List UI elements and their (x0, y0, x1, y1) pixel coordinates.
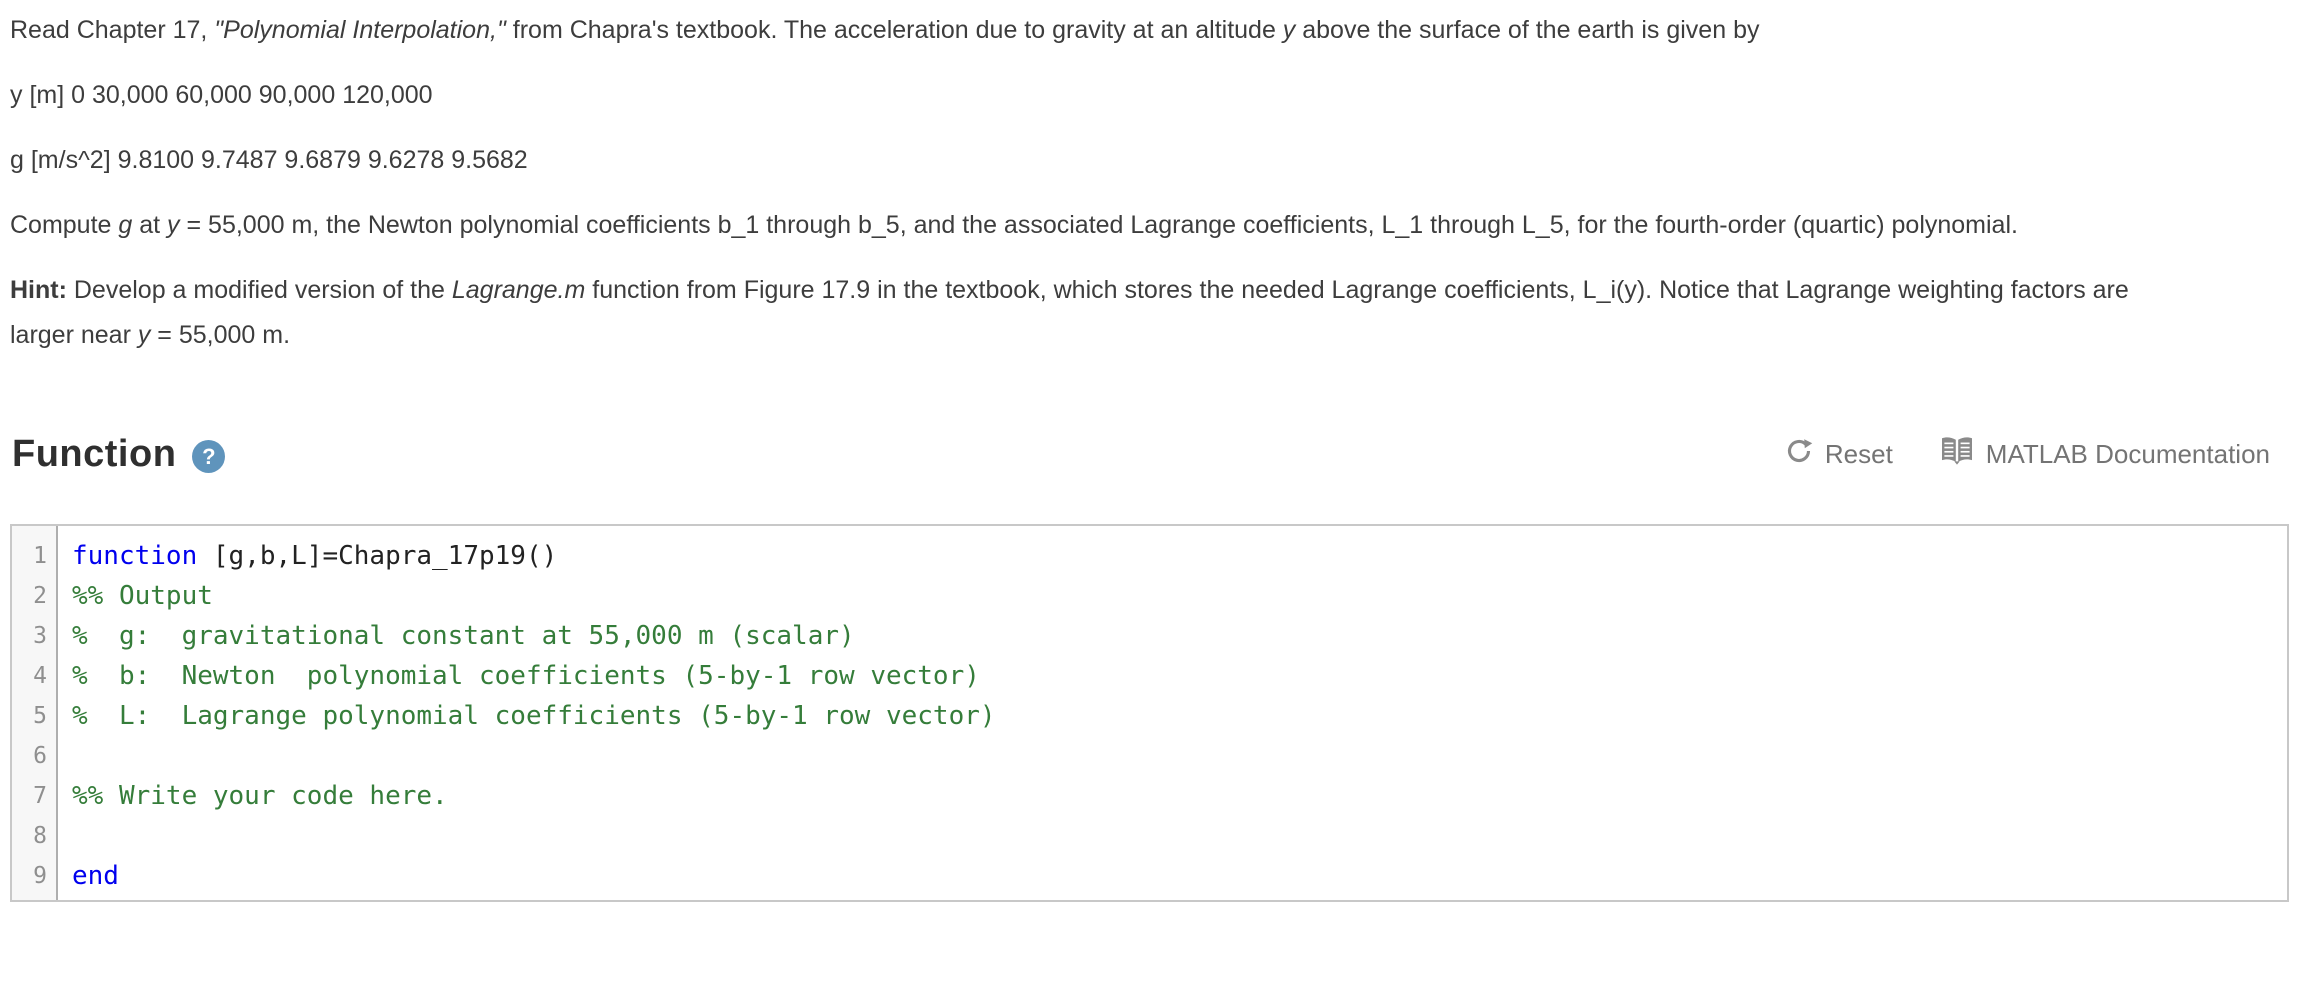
matlab-documentation-label: MATLAB Documentation (1985, 439, 2270, 469)
code-line[interactable]: % b: Newton polynomial coefficients (5-b… (72, 656, 2287, 696)
code-editor[interactable]: 1 2 3 4 5 6 7 8 9 function [g,b,L]=Chapra_17p19(… (10, 524, 2289, 902)
section-title: Function (12, 433, 177, 475)
matlab-grader-page: Read Chapter 17, "Polynomial Interpolati… (0, 0, 2310, 902)
problem-task: Compute g at y = 55,000 m, the Newton po… (10, 211, 2018, 239)
code-line[interactable]: end (72, 856, 2287, 896)
code-area[interactable]: function [g,b,L]=Chapra_17p19()%% Output… (58, 526, 2287, 900)
editor-actions: Reset MATLAB Documentation (1784, 435, 2270, 474)
reset-icon (1784, 436, 1814, 473)
problem-hint: Hint: Develop a modified version of the … (10, 276, 2129, 349)
line-number: 6 (33, 743, 47, 769)
line-number: 2 (33, 583, 47, 609)
line-number: 7 (33, 783, 47, 809)
code-line[interactable] (72, 736, 2287, 776)
data-row-y: y [m] 0 30,000 60,000 90,000 120,000 (10, 81, 433, 109)
line-number: 3 (33, 623, 47, 649)
problem-statement: Read Chapter 17, "Polynomial Interpolati… (10, 8, 2165, 358)
data-row-g: g [m/s^2] 9.8100 9.7487 9.6879 9.6278 9.… (10, 146, 528, 174)
line-number: 8 (33, 823, 47, 849)
line-number: 9 (33, 863, 47, 889)
code-line[interactable]: function [g,b,L]=Chapra_17p19() (72, 536, 2287, 576)
line-number-gutter: 1 2 3 4 5 6 7 8 9 (12, 526, 58, 900)
problem-intro: Read Chapter 17, "Polynomial Interpolati… (10, 16, 1760, 44)
code-line[interactable]: % g: gravitational constant at 55,000 m … (72, 616, 2287, 656)
code-line[interactable]: %% Write your code here. (72, 776, 2287, 816)
line-number: 5 (33, 703, 47, 729)
book-icon (1939, 435, 1975, 474)
line-number: 1 (33, 543, 47, 569)
code-line[interactable]: %% Output (72, 576, 2287, 616)
function-section-header: Function ? Reset MATLAB Documentation (12, 433, 2270, 476)
line-number: 4 (33, 663, 47, 689)
matlab-documentation-button[interactable]: MATLAB Documentation (1939, 435, 2270, 474)
help-icon[interactable]: ? (192, 440, 226, 473)
code-line[interactable] (72, 816, 2287, 856)
reset-label: Reset (1824, 439, 1893, 469)
code-line[interactable]: % L: Lagrange polynomial coefficients (5… (72, 696, 2287, 736)
reset-button[interactable]: Reset (1784, 436, 1893, 473)
